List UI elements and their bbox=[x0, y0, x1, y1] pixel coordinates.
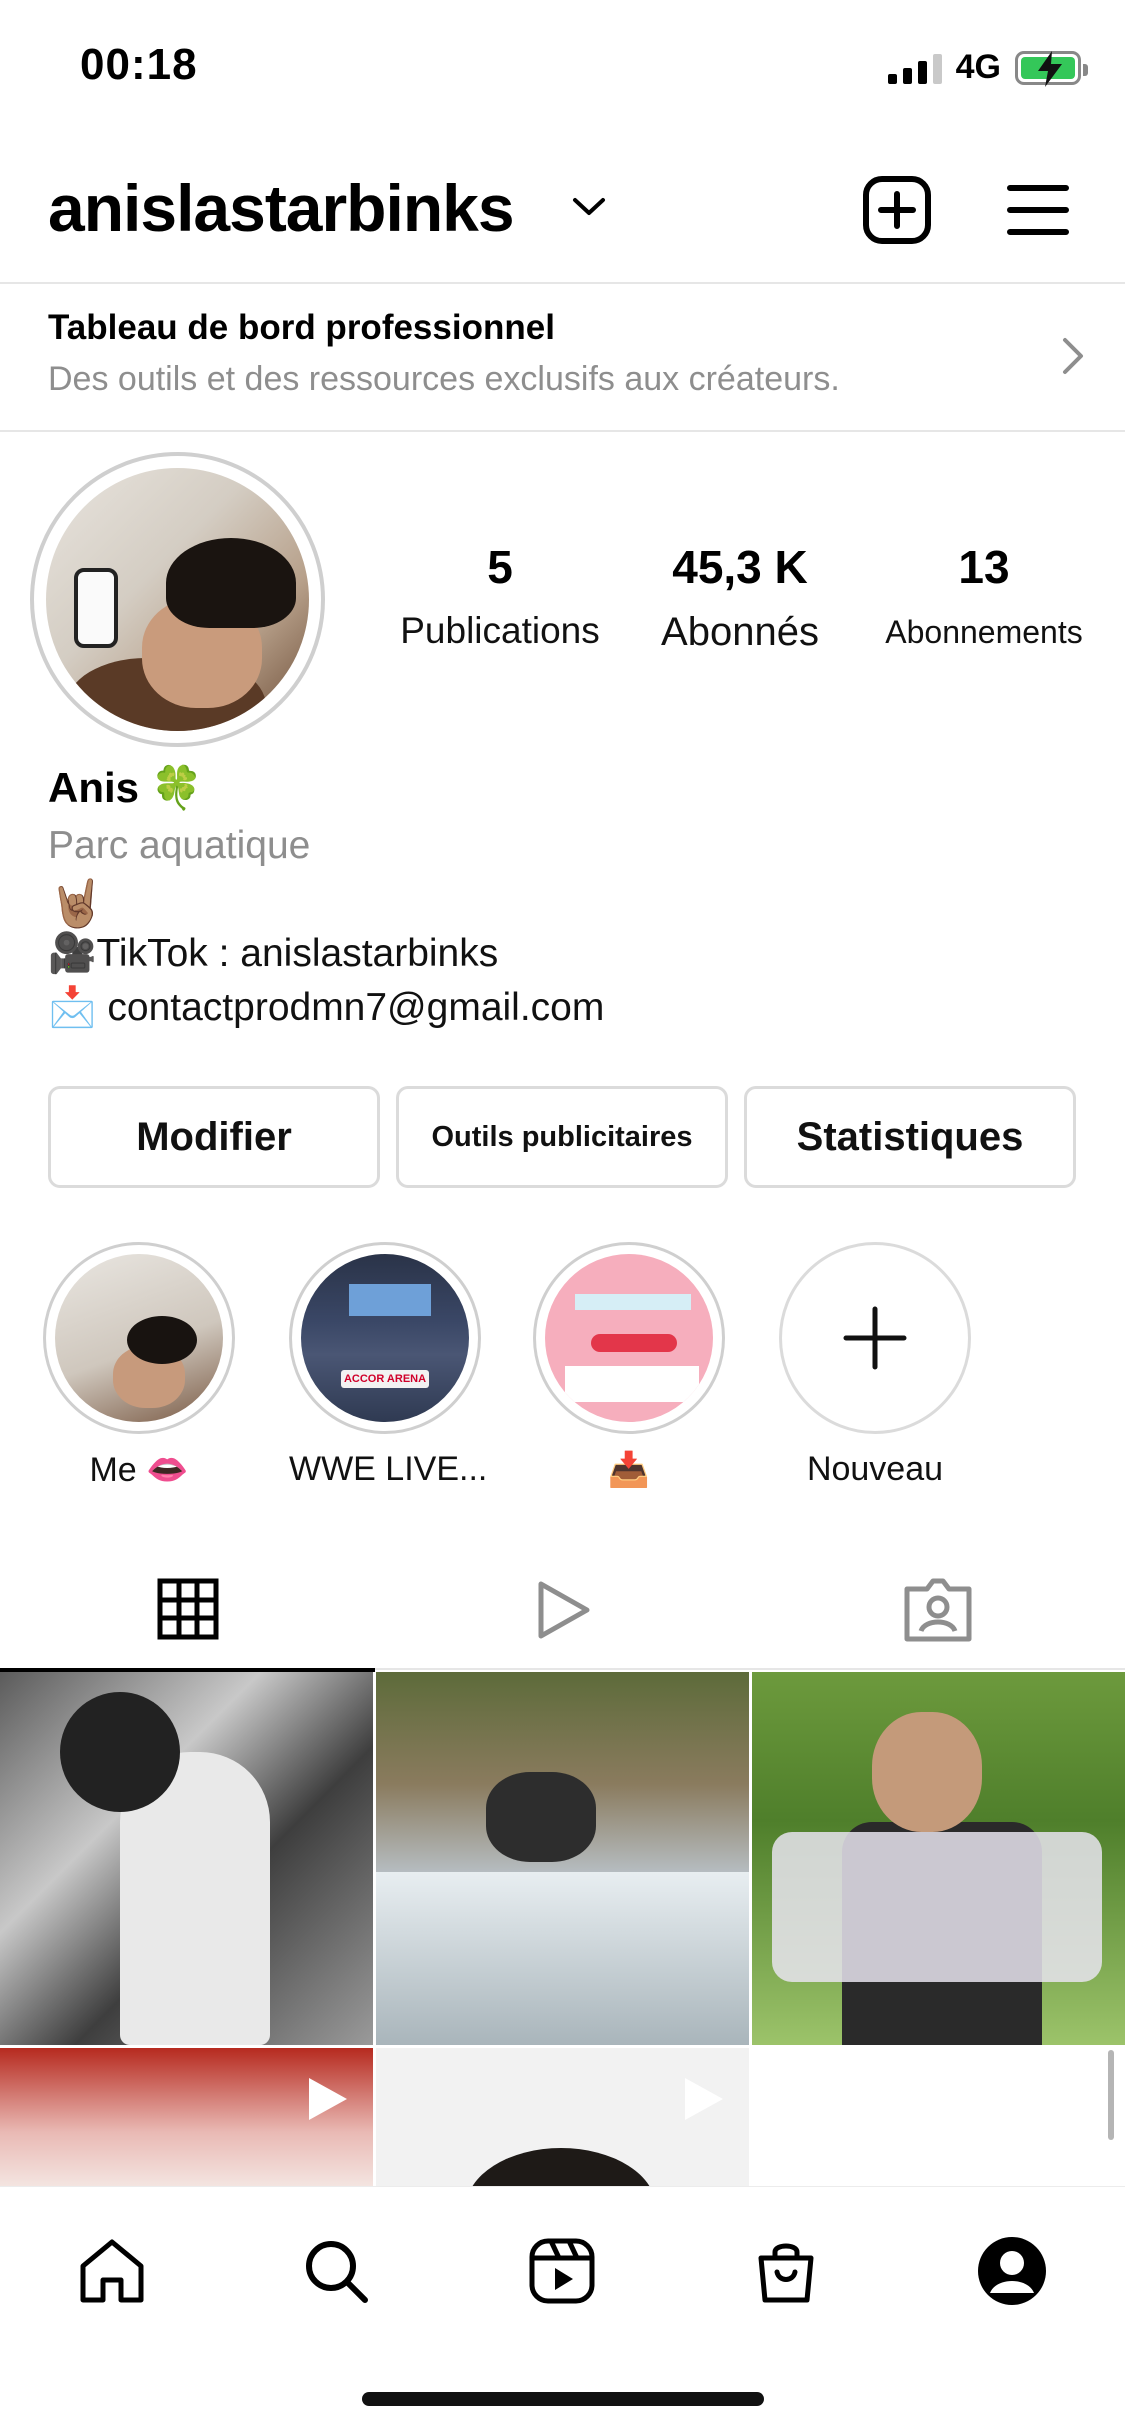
bio-line-emoji: 🤘🏽 bbox=[48, 877, 106, 929]
chevron-right-icon bbox=[1063, 338, 1083, 374]
following-count: 13 bbox=[958, 541, 1010, 593]
followers-label: Abonnés bbox=[661, 610, 819, 654]
nav-profile[interactable] bbox=[972, 2231, 1052, 2311]
shop-icon bbox=[758, 2243, 814, 2303]
edit-profile-button[interactable]: Modifier bbox=[48, 1086, 380, 1188]
pro-dashboard-subtitle: Des outils et des ressources exclusifs a… bbox=[48, 360, 840, 398]
plus-icon bbox=[779, 1242, 971, 1434]
highlight-inbox[interactable]: 📥 bbox=[533, 1242, 725, 1490]
chevron-down-icon[interactable] bbox=[572, 196, 606, 218]
tab-tagged[interactable] bbox=[750, 1550, 1125, 1670]
grid-icon bbox=[157, 1578, 218, 1640]
account-switcher[interactable]: anislastarbinks bbox=[48, 170, 515, 246]
status-time: 00:18 bbox=[80, 40, 198, 89]
stat-followers[interactable]: 45,3 K Abonnés bbox=[640, 540, 840, 655]
signal-icon bbox=[887, 52, 942, 84]
status-indicators: 4G bbox=[887, 48, 1088, 87]
network-type: 4G bbox=[955, 48, 1001, 86]
nav-shop[interactable] bbox=[746, 2231, 826, 2311]
tagged-person-icon bbox=[904, 1578, 971, 1642]
followers-count: 45,3 K bbox=[672, 541, 808, 593]
highlight-thumbnail bbox=[545, 1254, 713, 1422]
bio-line-email[interactable]: 📩 contactprodmn7@gmail.com bbox=[48, 984, 604, 1030]
profile-avatar[interactable] bbox=[30, 452, 325, 747]
home-indicator[interactable] bbox=[362, 2392, 764, 2406]
grid-post[interactable] bbox=[376, 1672, 749, 2045]
bio-line-tiktok: 🎥TikTok : anislastarbinks bbox=[48, 932, 499, 975]
insights-button[interactable]: Statistiques bbox=[744, 1086, 1076, 1188]
home-icon bbox=[80, 2239, 144, 2303]
highlight-thumbnail: ACCOR ARENA bbox=[301, 1254, 469, 1422]
grid-post[interactable] bbox=[752, 1672, 1125, 2045]
reels-play-icon bbox=[538, 1581, 589, 1639]
profile-icon bbox=[978, 2237, 1046, 2305]
highlight-thumbnail bbox=[55, 1254, 223, 1422]
pro-dashboard-title: Tableau de bord professionnel bbox=[48, 308, 555, 347]
stat-posts[interactable]: 5 Publications bbox=[390, 540, 610, 652]
highlight-label: 📥 bbox=[607, 1451, 651, 1489]
ad-tools-button[interactable]: Outils publicitaires bbox=[396, 1086, 728, 1188]
new-highlight-button[interactable]: Nouveau bbox=[779, 1242, 971, 1489]
scrollbar[interactable] bbox=[1108, 2050, 1114, 2140]
thumbnail-sign-text: ACCOR ARENA bbox=[341, 1370, 429, 1388]
grid-post-reel[interactable] bbox=[0, 2048, 373, 2188]
nav-home[interactable] bbox=[72, 2231, 152, 2311]
posts-label: Publications bbox=[400, 610, 600, 651]
search-icon bbox=[306, 2241, 368, 2303]
nav-search[interactable] bbox=[296, 2231, 376, 2311]
battery-icon bbox=[1015, 50, 1088, 87]
professional-dashboard-banner[interactable]: Tableau de bord professionnel Des outils… bbox=[0, 282, 1125, 432]
grid-post-reel[interactable] bbox=[376, 2048, 749, 2188]
bio-name: Anis 🍀 bbox=[48, 764, 203, 811]
add-post-icon[interactable] bbox=[862, 175, 932, 245]
profile-tabs bbox=[0, 1550, 1125, 1672]
posts-count: 5 bbox=[487, 541, 513, 593]
status-bar: 00:18 4G bbox=[0, 0, 1125, 140]
profile-header: anislastarbinks bbox=[0, 160, 1125, 280]
reel-play-icon bbox=[309, 2078, 347, 2120]
highlight-label: Me 👄 bbox=[89, 1451, 189, 1489]
following-label: Abonnements bbox=[885, 614, 1083, 650]
highlight-wwe[interactable]: ACCOR ARENA WWE LIVE... bbox=[289, 1242, 488, 1489]
highlight-me[interactable]: Me 👄 bbox=[43, 1242, 235, 1490]
reel-play-icon bbox=[685, 2078, 723, 2120]
bio-category: Parc aquatique bbox=[48, 824, 311, 867]
highlight-label: Nouveau bbox=[806, 1450, 944, 1488]
reels-icon bbox=[529, 2238, 595, 2304]
tab-reels[interactable] bbox=[375, 1550, 750, 1670]
grid-post[interactable] bbox=[0, 1672, 373, 2045]
stat-following[interactable]: 13 Abonnements bbox=[864, 540, 1104, 651]
tab-grid[interactable] bbox=[0, 1550, 375, 1672]
nav-reels[interactable] bbox=[522, 2231, 602, 2311]
highlight-label: WWE LIVE... bbox=[289, 1450, 488, 1488]
menu-icon[interactable] bbox=[1006, 182, 1070, 238]
avatar-image bbox=[46, 468, 309, 731]
